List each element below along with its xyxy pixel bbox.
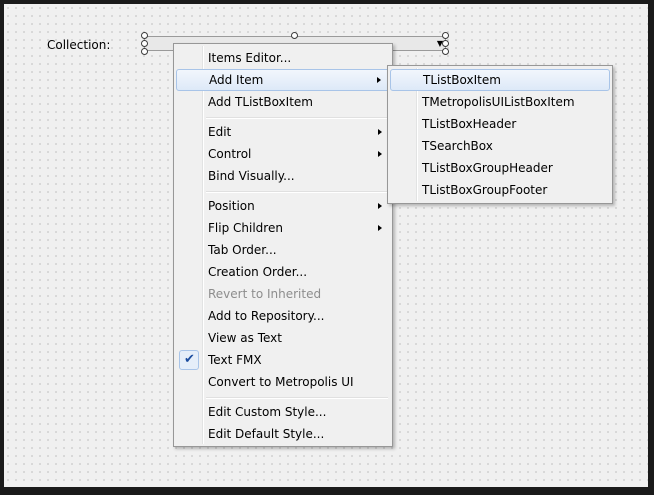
collection-label: Collection:: [47, 38, 111, 52]
menu-item-label: Add to Repository...: [208, 309, 325, 323]
submenu-arrow-icon: [378, 225, 382, 231]
menu-item-label: Flip Children: [208, 221, 283, 235]
menu-item-label: Convert to Metropolis UI: [208, 375, 354, 389]
menu-item-label: Position: [208, 199, 255, 213]
menu-item-label: Creation Order...: [208, 265, 308, 279]
add-item-submenu: TListBoxItem TMetropolisUIListBoxItem TL…: [387, 65, 613, 204]
submenu-arrow-icon: [378, 151, 382, 157]
menu-item-label: Tab Order...: [208, 243, 277, 257]
menu-item-tab-order[interactable]: Tab Order...: [176, 239, 390, 261]
menu-item-edit[interactable]: Edit: [176, 121, 390, 143]
menu-item-convert-to-metropolis-ui[interactable]: Convert to Metropolis UI: [176, 371, 390, 393]
selection-handle-middle-right[interactable]: [442, 40, 449, 47]
menu-item-label: Add Item: [209, 73, 264, 87]
menu-item-label: Edit Default Style...: [208, 427, 325, 441]
menu-item-revert-to-inherited: Revert to Inherited: [176, 283, 390, 305]
menu-item-label: TListBoxHeader: [422, 117, 517, 131]
selection-handle-top-center[interactable]: [291, 32, 298, 39]
submenu-item-tmetropolisuilistboxitem[interactable]: TMetropolisUIListBoxItem: [390, 91, 610, 113]
menu-item-edit-custom-style[interactable]: Edit Custom Style...: [176, 401, 390, 423]
submenu-item-tlistboxitem[interactable]: TListBoxItem: [390, 69, 610, 91]
selection-handle-bottom-right[interactable]: [442, 48, 449, 55]
submenu-item-tlistboxgroupfooter[interactable]: TListBoxGroupFooter: [390, 179, 610, 201]
menu-item-label: TListBoxGroupHeader: [422, 161, 553, 175]
menu-item-label: TListBoxItem: [423, 73, 501, 87]
submenu-arrow-icon: [378, 203, 382, 209]
menu-item-text-fmx[interactable]: ✔ Text FMX: [176, 349, 390, 371]
menu-separator: [206, 397, 388, 399]
menu-item-label: Bind Visually...: [208, 169, 295, 183]
menu-item-label: Items Editor...: [208, 51, 292, 65]
selection-handle-top-left[interactable]: [141, 32, 148, 39]
submenu-arrow-icon: [378, 129, 382, 135]
menu-item-label: TSearchBox: [422, 139, 493, 153]
selection-handle-bottom-left[interactable]: [141, 48, 148, 55]
menu-item-label: Control: [208, 147, 252, 161]
menu-item-control[interactable]: Control: [176, 143, 390, 165]
selection-handle-top-right[interactable]: [442, 32, 449, 39]
menu-item-items-editor[interactable]: Items Editor...: [176, 47, 390, 69]
menu-item-add-to-repository[interactable]: Add to Repository...: [176, 305, 390, 327]
submenu-item-tlistboxgroupheader[interactable]: TListBoxGroupHeader: [390, 157, 610, 179]
context-menu: Items Editor... Add Item Add TListBoxIte…: [173, 43, 393, 447]
menu-item-label: TMetropolisUIListBoxItem: [422, 95, 575, 109]
checkmark-box: ✔: [179, 350, 199, 370]
menu-item-label: Text FMX: [208, 353, 262, 367]
menu-item-add-tlistboxitem[interactable]: Add TListBoxItem: [176, 91, 390, 113]
menu-separator: [206, 191, 388, 193]
menu-item-label: TListBoxGroupFooter: [422, 183, 548, 197]
menu-item-label: Edit: [208, 125, 232, 139]
menu-item-label: Add TListBoxItem: [208, 95, 313, 109]
menu-item-label: Edit Custom Style...: [208, 405, 327, 419]
menu-separator: [206, 117, 388, 119]
menu-item-position[interactable]: Position: [176, 195, 390, 217]
menu-item-add-item[interactable]: Add Item: [176, 69, 390, 91]
checkmark-icon: ✔: [184, 352, 195, 367]
menu-item-label: Revert to Inherited: [208, 287, 322, 301]
menu-item-bind-visually[interactable]: Bind Visually...: [176, 165, 390, 187]
submenu-arrow-icon: [377, 77, 381, 83]
menu-item-creation-order[interactable]: Creation Order...: [176, 261, 390, 283]
menu-item-flip-children[interactable]: Flip Children: [176, 217, 390, 239]
submenu-item-tsearchbox[interactable]: TSearchBox: [390, 135, 610, 157]
selection-handle-middle-left[interactable]: [141, 40, 148, 47]
menu-item-edit-default-style[interactable]: Edit Default Style...: [176, 423, 390, 445]
submenu-item-tlistboxheader[interactable]: TListBoxHeader: [390, 113, 610, 135]
menu-item-view-as-text[interactable]: View as Text: [176, 327, 390, 349]
menu-item-label: View as Text: [208, 331, 282, 345]
